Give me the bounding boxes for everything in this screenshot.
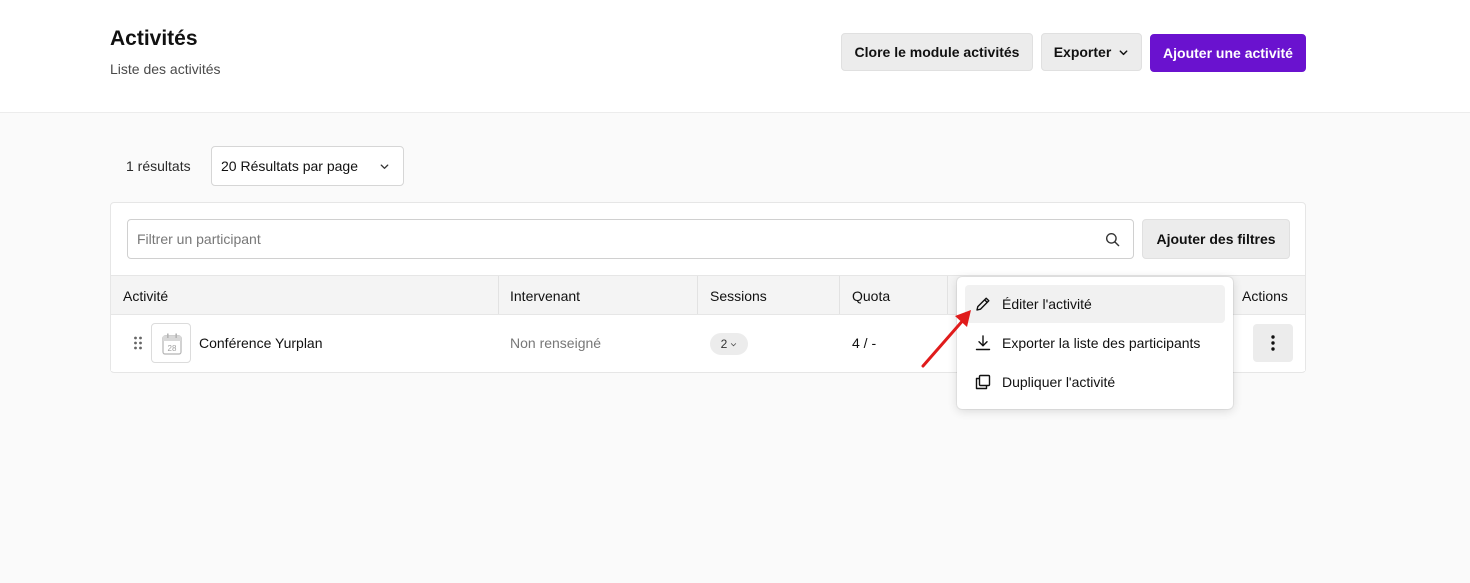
column-divider — [947, 276, 948, 314]
menu-item-label: Éditer l'activité — [1002, 296, 1092, 312]
menu-item-label: Dupliquer l'activité — [1002, 374, 1116, 390]
results-count: 1 résultats — [126, 158, 191, 174]
column-divider — [498, 276, 499, 314]
more-vertical-icon — [1271, 335, 1275, 351]
export-dropdown-button[interactable]: Exporter — [1041, 33, 1142, 71]
add-activity-button[interactable]: Ajouter une activité — [1150, 34, 1306, 72]
search-icon[interactable] — [1105, 232, 1120, 247]
sessions-count: 2 — [720, 337, 728, 351]
pencil-icon — [976, 297, 990, 311]
row-actions-menu: Éditer l'activité Exporter la liste des … — [957, 277, 1233, 409]
calendar-day: 28 — [168, 344, 177, 353]
menu-item-export-participants[interactable]: Exporter la liste des participants — [965, 324, 1225, 362]
page-title: Activités — [110, 27, 198, 50]
menu-item-label: Exporter la liste des participants — [1002, 335, 1201, 351]
activity-name[interactable]: Conférence Yurplan — [199, 335, 323, 351]
search-box — [127, 219, 1134, 259]
speaker-value: Non renseigné — [510, 335, 602, 351]
sessions-badge[interactable]: 2 — [710, 333, 748, 355]
export-button-label: Exporter — [1053, 44, 1112, 60]
page-subtitle: Liste des activités — [110, 61, 221, 77]
column-header-speaker[interactable]: Intervenant — [510, 288, 580, 304]
per-page-value: 20 Résultats par page — [221, 158, 358, 174]
per-page-select[interactable]: 20 Résultats par page — [211, 146, 404, 186]
duplicate-icon — [975, 374, 991, 390]
row-actions-button[interactable] — [1253, 324, 1293, 362]
add-filters-button[interactable]: Ajouter des filtres — [1142, 219, 1290, 259]
download-icon — [975, 335, 991, 351]
close-module-button[interactable]: Clore le module activités — [841, 33, 1033, 71]
column-header-sessions[interactable]: Sessions — [710, 288, 767, 304]
column-header-actions: Actions — [1242, 288, 1288, 304]
calendar-icon: 28 — [162, 333, 182, 355]
column-header-quota[interactable]: Quota — [852, 288, 890, 304]
chevron-down-icon — [731, 342, 737, 346]
quota-value: 4 / - — [852, 335, 877, 351]
activity-thumbnail: 28 — [151, 323, 191, 363]
search-input[interactable] — [128, 220, 1078, 258]
column-divider — [697, 276, 698, 314]
column-divider — [839, 276, 840, 314]
chevron-down-icon — [1119, 49, 1128, 55]
menu-item-edit-activity[interactable]: Éditer l'activité — [965, 285, 1225, 323]
menu-item-duplicate-activity[interactable]: Dupliquer l'activité — [965, 363, 1225, 401]
column-header-activity[interactable]: Activité — [123, 288, 168, 304]
chevron-down-icon — [380, 164, 389, 169]
drag-handle-icon[interactable] — [133, 336, 143, 350]
